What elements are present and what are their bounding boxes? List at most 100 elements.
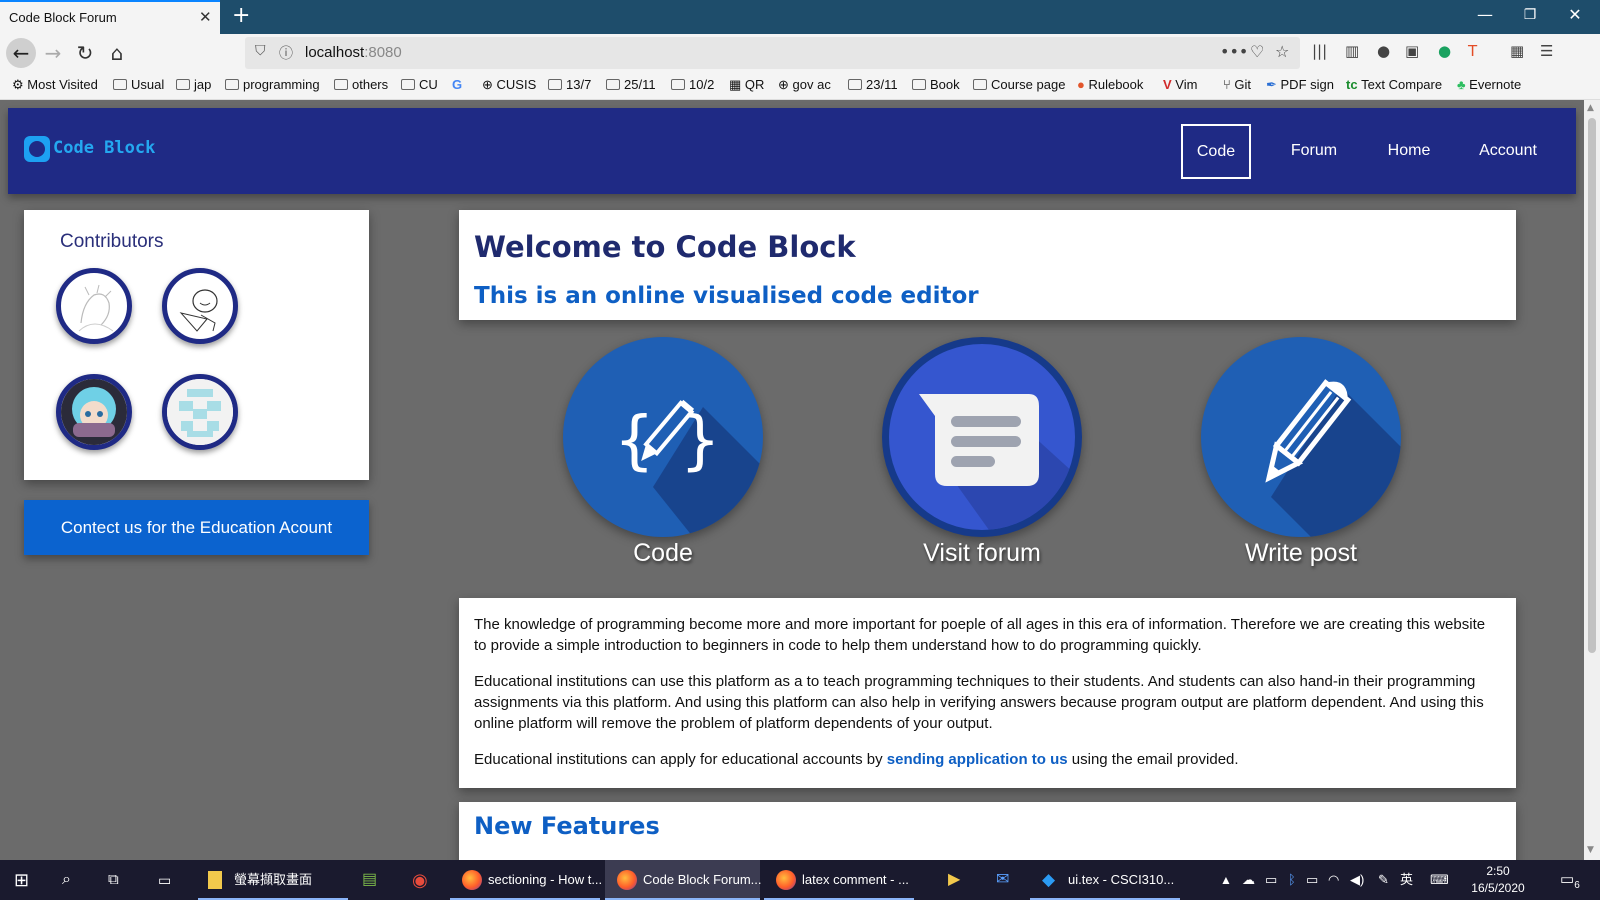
taskbar-app-screenshot-folder[interactable]: 螢幕擷取畫面 xyxy=(198,860,348,900)
bookmark-text-compare[interactable]: tc Text Compare xyxy=(1346,77,1442,92)
scroll-up-arrow-icon[interactable]: ▲ xyxy=(1587,103,1594,113)
pen-input-icon[interactable]: ✎ xyxy=(1378,860,1389,900)
taskbar-app-firefox-sectioning[interactable]: sectioning - How t... xyxy=(450,860,602,900)
code-braces-pencil-icon: { } xyxy=(615,399,763,537)
new-tab-icon[interactable]: + xyxy=(232,3,250,28)
bookmark-star-icon[interactable]: ☆ xyxy=(1275,42,1289,61)
bookmark-jap[interactable]: jap xyxy=(176,77,211,92)
taskbar-app-firefox-latex[interactable]: latex comment - ... xyxy=(764,860,914,900)
grammarly-icon[interactable]: ● xyxy=(1438,42,1451,60)
bookmark-git[interactable]: ⑂ Git xyxy=(1223,77,1251,92)
display-icon[interactable]: ▭ xyxy=(1265,860,1277,900)
window-close-icon[interactable]: ✕ xyxy=(1555,5,1595,24)
bookmark-23-11[interactable]: 23/11 xyxy=(848,77,898,92)
url-bar[interactable]: ⛉ ⓘ localhost:8080 ••• ♡ ☆ xyxy=(245,37,1300,69)
bookmark-cu[interactable]: CU xyxy=(401,77,438,92)
chrome-icon[interactable]: ◉ xyxy=(412,860,428,900)
nav-code[interactable]: Code xyxy=(1181,124,1251,179)
page-scrollbar[interactable]: ▲ ▼ xyxy=(1584,100,1600,860)
pocket-icon[interactable]: ♡ xyxy=(1250,42,1264,61)
bookmark-evernote[interactable]: ♣ Evernote xyxy=(1457,77,1521,92)
bookmark-cusis[interactable]: ⊕ CUSIS xyxy=(482,77,536,93)
notepad-icon[interactable]: ▤ xyxy=(362,860,377,900)
write-post-feature-label[interactable]: Write post xyxy=(1191,539,1411,568)
bookmark-pdf-sign[interactable]: ✒ PDF sign xyxy=(1266,77,1334,93)
scroll-thumb[interactable] xyxy=(1588,118,1596,653)
feature-write-post[interactable]: Write post xyxy=(1191,337,1411,582)
bookmark-google[interactable]: G xyxy=(452,77,462,92)
extension-s-icon[interactable]: ▣ xyxy=(1405,42,1419,60)
contributor-avatar-2[interactable] xyxy=(162,268,238,344)
forum-feature-circle[interactable] xyxy=(882,337,1082,537)
contact-education-account-button[interactable]: Contect us for the Education Acount xyxy=(24,500,369,555)
bookmark-usual[interactable]: Usual xyxy=(113,77,164,92)
taskbar-clock[interactable]: 2:50 16/5/2020 xyxy=(1463,863,1533,897)
info-icon[interactable]: ⓘ xyxy=(279,43,293,63)
restore-icon[interactable]: ❐ xyxy=(1510,7,1550,23)
battery-icon[interactable]: ▭ xyxy=(1306,860,1318,900)
browser-tab-active[interactable]: Code Block Forum ✕ xyxy=(0,0,220,34)
bookmark-most-visited[interactable]: ⚙ Most Visited xyxy=(12,77,98,93)
extensions-icon[interactable]: ▦ xyxy=(1510,42,1524,60)
folder-icon xyxy=(334,79,348,90)
windows-start-icon[interactable]: ⊞ xyxy=(14,860,29,900)
cloud-icon[interactable]: ☁ xyxy=(1242,860,1255,900)
feature-visit-forum[interactable]: Visit forum xyxy=(872,337,1092,582)
bookmark-gov-ac[interactable]: ⊕ gov ac xyxy=(778,77,831,93)
taskbar-app-vscode[interactable]: ◆ ui.tex - CSCI310... xyxy=(1030,860,1180,900)
bookmark-qr[interactable]: ▦ QR xyxy=(729,77,764,93)
forum-feature-label[interactable]: Visit forum xyxy=(872,539,1092,568)
more-actions-icon[interactable]: ••• xyxy=(1220,42,1248,61)
bookmark-13-7[interactable]: 13/7 xyxy=(548,77,591,92)
sidebar-icon[interactable]: ▥ xyxy=(1345,42,1359,60)
bookmark-rulebook[interactable]: ● Rulebook xyxy=(1077,77,1143,92)
menu-icon[interactable]: ☰ xyxy=(1540,42,1553,60)
feature-code[interactable]: { } Code xyxy=(553,337,773,582)
code-feature-circle[interactable]: { } xyxy=(563,337,763,537)
site-logo[interactable]: Code Block xyxy=(53,138,155,158)
media-player-icon[interactable]: ▶ xyxy=(948,860,960,900)
forward-arrow-icon[interactable]: → xyxy=(38,38,68,68)
minimize-icon[interactable]: — xyxy=(1465,5,1505,24)
scroll-down-arrow-icon[interactable]: ▼ xyxy=(1587,845,1594,855)
input-method-icon[interactable]: ⌨ xyxy=(1430,860,1449,900)
volume-icon[interactable]: ◀) xyxy=(1350,860,1364,900)
contributor-avatar-4[interactable] xyxy=(162,374,238,450)
bookmark-others[interactable]: others xyxy=(334,77,388,92)
write-post-feature-circle[interactable] xyxy=(1201,337,1401,537)
tab-close-icon[interactable]: ✕ xyxy=(199,8,212,26)
new-features-title: New Features xyxy=(474,812,660,840)
contributor-avatar-3[interactable] xyxy=(56,374,132,450)
chevron-up-icon[interactable]: ▲ xyxy=(1220,860,1232,900)
taskbar-app-firefox-code-block[interactable]: Code Block Forum... xyxy=(605,860,762,900)
back-arrow-icon[interactable]: ← xyxy=(6,38,36,68)
nav-home[interactable]: Home xyxy=(1374,123,1444,179)
search-icon[interactable]: ⌕ xyxy=(62,860,71,900)
ime-indicator[interactable]: 英 xyxy=(1400,860,1413,900)
nav-account[interactable]: Account xyxy=(1468,123,1548,179)
code-feature-label[interactable]: Code xyxy=(553,539,773,568)
extension-t-icon[interactable]: T xyxy=(1468,42,1477,60)
task-view-icon[interactable]: ⧉ xyxy=(108,860,119,900)
bookmark-book[interactable]: Book xyxy=(912,77,960,92)
bookmark-course-page[interactable]: Course page xyxy=(973,77,1065,92)
account-icon[interactable]: ● xyxy=(1377,42,1390,60)
mail-icon[interactable]: ✉ xyxy=(996,860,1009,900)
bookmark-vim[interactable]: V Vim xyxy=(1163,77,1197,92)
library-icon[interactable]: ||| xyxy=(1312,42,1327,60)
url-text[interactable]: localhost:8080 xyxy=(305,44,402,61)
nav-forum[interactable]: Forum xyxy=(1279,123,1349,179)
code-block-logo-icon[interactable] xyxy=(24,136,50,162)
send-application-link[interactable]: sending application to us xyxy=(887,751,1068,768)
bookmark-programming[interactable]: programming xyxy=(225,77,320,92)
terminal-icon[interactable]: ▭ xyxy=(158,860,171,900)
bookmark-10-2[interactable]: 10/2 xyxy=(671,77,714,92)
home-icon[interactable]: ⌂ xyxy=(102,38,132,68)
bluetooth-icon[interactable]: ᛒ xyxy=(1288,860,1296,900)
contributor-avatar-1[interactable] xyxy=(56,268,132,344)
notification-center-icon[interactable]: ▭6 xyxy=(1560,860,1580,900)
wifi-icon[interactable]: ◠ xyxy=(1328,860,1339,900)
reload-icon[interactable]: ↻ xyxy=(70,38,100,68)
shield-icon[interactable]: ⛉ xyxy=(255,43,266,59)
bookmark-25-11[interactable]: 25/11 xyxy=(606,77,656,92)
